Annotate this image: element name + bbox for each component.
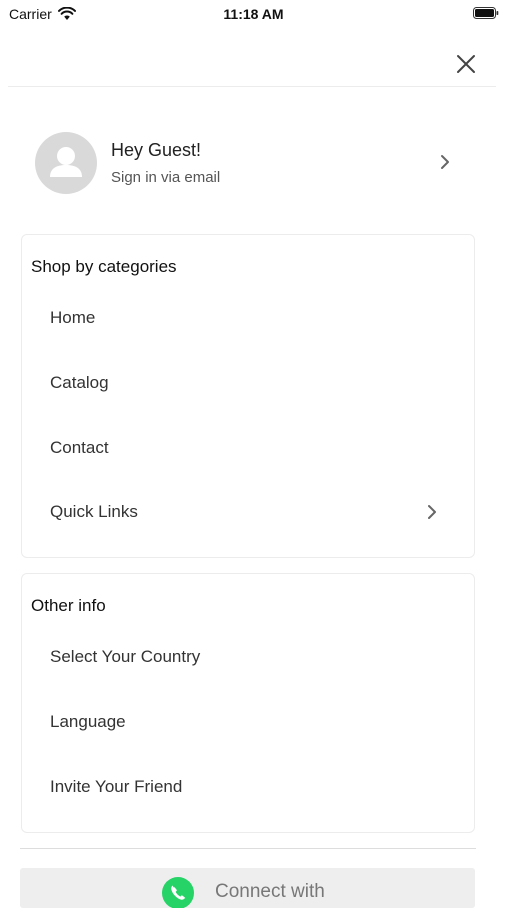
clock: 11:18 AM bbox=[223, 6, 284, 22]
chevron-right-icon bbox=[428, 505, 436, 519]
bottom-divider bbox=[20, 848, 476, 849]
whatsapp-icon bbox=[162, 877, 194, 908]
connect-whatsapp-button[interactable]: Connect with bbox=[20, 868, 475, 908]
menu-item-label: Home bbox=[50, 308, 96, 327]
menu-item-label: Select Your Country bbox=[50, 647, 201, 666]
menu-item-quick-links[interactable]: Quick Links bbox=[22, 492, 474, 532]
menu-item-label: Contact bbox=[50, 438, 109, 457]
sign-in-link[interactable]: Sign in via email bbox=[111, 169, 220, 186]
menu-item-label: Quick Links bbox=[50, 502, 138, 521]
user-icon bbox=[50, 147, 82, 177]
greeting-text: Hey Guest! bbox=[111, 140, 202, 160]
categories-card: Shop by categories Home Catalog Contact … bbox=[21, 234, 475, 558]
drawer-header bbox=[0, 40, 507, 86]
menu-item-catalog[interactable]: Catalog bbox=[22, 363, 474, 403]
header-divider bbox=[8, 86, 496, 87]
other-info-card: Other info Select Your Country Language … bbox=[21, 573, 475, 833]
close-icon[interactable] bbox=[455, 53, 477, 75]
menu-item-label: Language bbox=[50, 712, 126, 731]
categories-title: Shop by categories bbox=[31, 257, 177, 276]
menu-item-label: Invite Your Friend bbox=[50, 777, 183, 796]
battery-icon bbox=[473, 7, 499, 19]
avatar bbox=[35, 132, 97, 194]
chevron-right-icon bbox=[441, 155, 449, 169]
guest-profile-row[interactable]: Hey Guest! Sign in via email bbox=[0, 128, 507, 200]
menu-item-invite-friend[interactable]: Invite Your Friend bbox=[22, 767, 474, 807]
menu-item-select-country[interactable]: Select Your Country bbox=[22, 637, 474, 677]
menu-item-language[interactable]: Language bbox=[22, 702, 474, 742]
menu-item-home[interactable]: Home bbox=[22, 298, 474, 338]
other-info-title: Other info bbox=[31, 596, 106, 615]
status-bar: Carrier 11:18 AM bbox=[0, 0, 507, 28]
menu-item-label: Catalog bbox=[50, 373, 109, 392]
menu-item-contact[interactable]: Contact bbox=[22, 428, 474, 468]
